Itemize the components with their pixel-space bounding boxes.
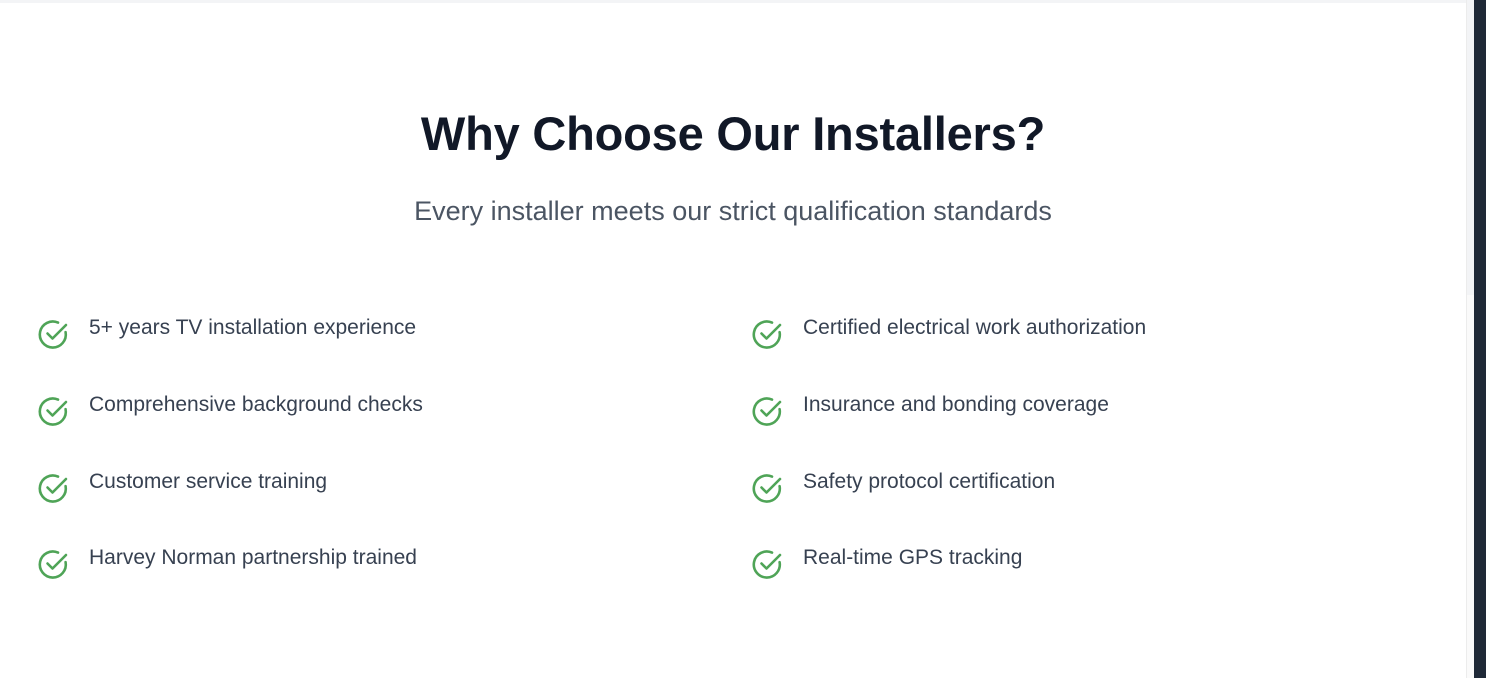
check-circle-icon bbox=[37, 472, 69, 504]
scrollbar-thumb[interactable] bbox=[1467, 0, 1474, 295]
section-title: Why Choose Our Installers? bbox=[420, 107, 1046, 160]
check-circle-icon bbox=[751, 548, 783, 580]
feature-item: Harvey Norman partnership trained bbox=[37, 546, 697, 584]
feature-label: Real-time GPS tracking bbox=[803, 546, 1023, 569]
feature-item: Safety protocol certification bbox=[751, 470, 1411, 508]
check-circle-icon bbox=[751, 472, 783, 504]
feature-item: 5+ years TV installation experience bbox=[37, 316, 697, 354]
check-circle-icon bbox=[37, 548, 69, 580]
feature-item: Customer service training bbox=[37, 470, 697, 508]
feature-item: Comprehensive background checks bbox=[37, 393, 697, 431]
feature-label: 5+ years TV installation experience bbox=[89, 316, 417, 339]
check-circle-icon bbox=[751, 395, 783, 427]
feature-label: Safety protocol certification bbox=[803, 470, 1056, 493]
feature-item: Insurance and bonding coverage bbox=[751, 393, 1411, 431]
feature-label: Customer service training bbox=[89, 470, 328, 493]
feature-label: Insurance and bonding coverage bbox=[803, 393, 1109, 416]
check-circle-icon bbox=[751, 318, 783, 350]
feature-label: Harvey Norman partnership trained bbox=[89, 546, 417, 569]
feature-item: Certified electrical work authorization bbox=[751, 316, 1411, 354]
window-edge bbox=[1474, 0, 1486, 678]
check-circle-icon bbox=[37, 318, 69, 350]
feature-item: Real-time GPS tracking bbox=[751, 546, 1411, 584]
feature-label: Certified electrical work authorization bbox=[803, 316, 1147, 339]
section-subtitle: Every installer meets our strict qualifi… bbox=[414, 196, 1052, 226]
why-choose-section: Why Choose Our Installers? Every install… bbox=[0, 0, 1466, 678]
feature-label: Comprehensive background checks bbox=[89, 393, 423, 416]
check-circle-icon bbox=[37, 395, 69, 427]
